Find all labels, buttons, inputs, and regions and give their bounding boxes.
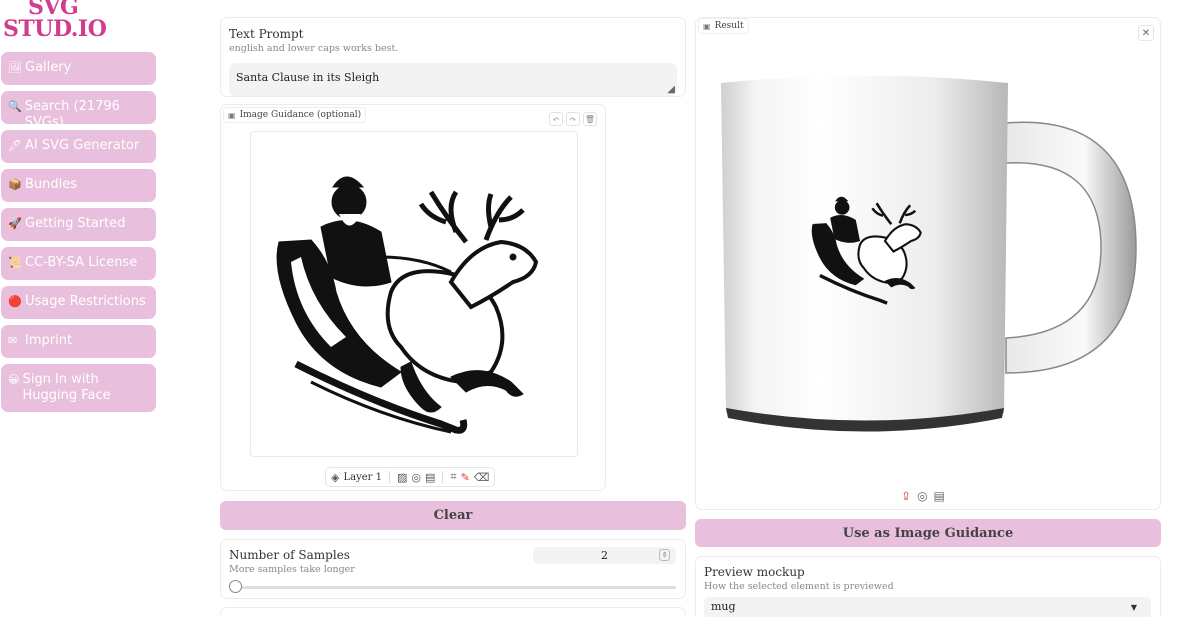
undo-icon[interactable]: ↶ bbox=[549, 112, 563, 126]
mug-mockup bbox=[721, 75, 1137, 432]
result-label: Result bbox=[714, 21, 744, 31]
preview-label: Preview mockup bbox=[704, 565, 805, 579]
sidebar-item-label: Sign In with Hugging Face bbox=[22, 372, 111, 403]
preview-select[interactable]: mug ▼ bbox=[704, 597, 1151, 617]
redo-icon[interactable]: ↷ bbox=[566, 112, 580, 126]
result-panel: ▣ Result ✕ ⇪ ◎ ▤ bbox=[695, 17, 1161, 510]
samples-slider-thumb[interactable] bbox=[229, 580, 242, 593]
sidebar-item-imprint[interactable]: ✉ Imprint bbox=[1, 325, 156, 358]
image-upload-icon[interactable]: ▨ bbox=[397, 471, 407, 484]
webcam-icon[interactable]: ◎ bbox=[411, 471, 421, 484]
search-icon: 🔍 bbox=[8, 100, 22, 113]
image-icon: ▣ bbox=[228, 110, 236, 120]
samples-hint: More samples take longer bbox=[229, 564, 355, 575]
sidebar-item-label: Usage Restrictions bbox=[25, 294, 146, 309]
toolbar-divider bbox=[388, 471, 390, 483]
sidebar-item-label: Imprint bbox=[25, 333, 73, 348]
resize-handle-icon[interactable]: ◢ bbox=[667, 84, 675, 95]
text-prompt-value: Santa Clause in its Sleigh bbox=[236, 71, 380, 84]
samples-number-input[interactable]: 2 ⇕ bbox=[533, 547, 676, 564]
layers-icon[interactable]: ◈ bbox=[331, 471, 339, 484]
chevron-down-icon: ▼ bbox=[1130, 603, 1137, 612]
text-prompt-input[interactable]: Santa Clause in its Sleigh ◢ bbox=[229, 63, 677, 96]
close-icon[interactable]: ✕ bbox=[1138, 25, 1154, 41]
sidebar-item-label: CC-BY-SA License bbox=[25, 255, 138, 270]
samples-value: 2 bbox=[601, 549, 608, 562]
brush-icon[interactable]: ✎ bbox=[461, 471, 470, 484]
sidebar-item-license[interactable]: 📜 CC-BY-SA License bbox=[1, 247, 156, 280]
sidebar-item-bundles[interactable]: 📦 Bundles bbox=[1, 169, 156, 202]
preview-mockup-panel: Preview mockup How the selected element … bbox=[695, 556, 1161, 617]
sidebar-item-sign-in[interactable]: 😀 Sign In with Hugging Face bbox=[1, 364, 156, 412]
sidebar-item-ai-generator[interactable]: 🖊 AI SVG Generator bbox=[1, 130, 156, 163]
image-icon: ▣ bbox=[703, 21, 711, 31]
sidebar-item-label: Gallery bbox=[25, 60, 72, 75]
image-guidance-tools: ↶ ↷ 🗑 bbox=[549, 112, 597, 126]
spinner-icon[interactable]: ⇕ bbox=[659, 549, 670, 561]
guidance-canvas[interactable] bbox=[250, 131, 578, 457]
trash-icon[interactable]: 🗑 bbox=[583, 112, 597, 126]
toolbar-divider bbox=[442, 471, 444, 483]
crop-icon[interactable]: ⌗ bbox=[450, 470, 456, 484]
pen-icon: 🖊 bbox=[8, 139, 22, 152]
sidebar-item-gallery[interactable]: 🖼 Gallery bbox=[1, 52, 156, 85]
envelope-icon: ✉ bbox=[8, 334, 18, 347]
sidebar-item-usage-restrictions[interactable]: 🔴 Usage Restrictions bbox=[1, 286, 156, 319]
text-prompt-hint: english and lower caps works best. bbox=[229, 43, 399, 54]
clipboard-icon[interactable]: ▤ bbox=[934, 489, 945, 503]
sidebar-item-label: AI SVG Generator bbox=[25, 138, 140, 153]
sidebar-item-search[interactable]: 🔍 Search (21796 SVGs) bbox=[1, 91, 156, 130]
image-guidance-label: Image Guidance (optional) bbox=[239, 110, 362, 120]
text-prompt-label: Text Prompt bbox=[229, 27, 304, 41]
image-guidance-panel: ▣ Image Guidance (optional) ↶ ↷ 🗑 ◈ Laye… bbox=[220, 104, 606, 491]
preview-hint: How the selected element is previewed bbox=[704, 581, 894, 592]
package-icon: 📦 bbox=[8, 178, 22, 191]
result-tag: ▣ Result bbox=[698, 18, 749, 34]
sidebar-nav: 🖼 Gallery 🔍 Search (21796 SVGs) 🖊 AI SVG… bbox=[1, 52, 156, 418]
text-prompt-panel: Text Prompt english and lower caps works… bbox=[220, 17, 686, 97]
scroll-icon: 📜 bbox=[8, 256, 22, 269]
webcam-icon[interactable]: ◎ bbox=[917, 489, 927, 503]
smiley-icon: 😀 bbox=[8, 373, 20, 386]
sidebar-item-label: Bundles bbox=[25, 177, 78, 192]
layer-toolbar: ◈ Layer 1 ▨ ◎ ▤ ⌗ ✎ ⌫ bbox=[325, 467, 496, 487]
share-upload-icon[interactable]: ⇪ bbox=[901, 489, 911, 503]
sidebar-item-label: Getting Started bbox=[25, 216, 126, 231]
next-panel bbox=[220, 607, 686, 617]
red-circle-icon: 🔴 bbox=[8, 295, 22, 308]
result-actions: ⇪ ◎ ▤ bbox=[901, 489, 945, 503]
sidebar-item-getting-started[interactable]: 🚀 Getting Started bbox=[1, 208, 156, 241]
samples-slider-track[interactable] bbox=[236, 586, 676, 589]
clear-button[interactable]: Clear bbox=[220, 501, 686, 530]
use-as-guidance-button[interactable]: Use as Image Guidance bbox=[695, 519, 1161, 547]
santa-sleigh-illustration bbox=[276, 176, 539, 434]
site-logo[interactable]: SVG STUD.IO bbox=[3, 0, 123, 40]
gallery-icon: 🖼 bbox=[8, 61, 22, 74]
preview-select-value: mug bbox=[711, 600, 736, 613]
layer-label[interactable]: Layer 1 bbox=[343, 472, 382, 483]
logo-line-2: STUD.IO bbox=[3, 16, 107, 42]
samples-panel: Number of Samples More samples take long… bbox=[220, 539, 686, 599]
eraser-icon[interactable]: ⌫ bbox=[474, 471, 490, 484]
image-guidance-tag: ▣ Image Guidance (optional) bbox=[223, 107, 367, 123]
clipboard-icon[interactable]: ▤ bbox=[425, 471, 435, 484]
sidebar-item-label: Search (21796 SVGs) bbox=[24, 99, 120, 130]
rocket-icon: 🚀 bbox=[8, 217, 22, 230]
